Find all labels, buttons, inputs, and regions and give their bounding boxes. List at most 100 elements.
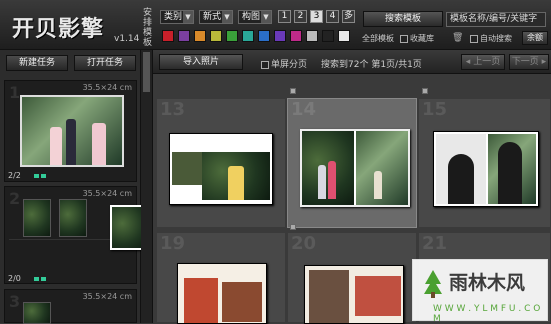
prev-page-button[interactable]: ◂ 上一页 bbox=[461, 54, 505, 70]
single-page-label: 单屏分页 bbox=[271, 60, 308, 70]
color-swatch[interactable] bbox=[338, 30, 350, 42]
cell-number: 15 bbox=[422, 99, 448, 120]
all-templates-option[interactable]: 全部模板 bbox=[362, 33, 394, 44]
chevron-down-icon: ▼ bbox=[261, 11, 271, 23]
color-swatch[interactable] bbox=[194, 30, 206, 42]
template-toolbar: 导入照片 单屏分页 搜索到72个 第1页/共1页 ◂ 上一页 下一页 ▸ bbox=[153, 50, 551, 74]
layout-dropdown-label: 构图 bbox=[242, 12, 261, 22]
cell-number: 14 bbox=[291, 99, 317, 120]
color-swatch[interactable] bbox=[242, 30, 254, 42]
favorites-label: 收藏库 bbox=[410, 34, 434, 43]
trash-icon[interactable]: 🗑 bbox=[452, 33, 463, 43]
color-swatch[interactable] bbox=[274, 30, 286, 42]
balance-button[interactable]: 余额 bbox=[522, 31, 548, 45]
import-photos-button[interactable]: 导入照片 bbox=[159, 54, 243, 70]
vertical-label: 安排模板 bbox=[143, 8, 153, 48]
color-swatch[interactable] bbox=[162, 30, 174, 42]
left-scrollbar[interactable] bbox=[141, 50, 153, 323]
layout-dropdown[interactable]: 构图 ▼ bbox=[238, 10, 272, 24]
slot-number: 1 bbox=[9, 83, 21, 102]
search-input[interactable]: 模板名称/编号/关键字 bbox=[446, 12, 546, 27]
slot-photo bbox=[23, 199, 51, 237]
category-dropdown[interactable]: 类别 ▼ bbox=[160, 10, 194, 24]
template-photo bbox=[488, 134, 536, 204]
page-num-3[interactable]: 3 bbox=[310, 10, 323, 23]
template-photo bbox=[355, 276, 401, 316]
template-photo bbox=[222, 282, 262, 322]
task-slot-1[interactable]: 1 35.5×24 cm 2/2 bbox=[4, 80, 137, 182]
status-dot bbox=[41, 277, 46, 281]
color-swatch[interactable] bbox=[306, 30, 318, 42]
person-figure bbox=[318, 165, 326, 199]
slot-size: 35.5×24 cm bbox=[82, 292, 132, 301]
status-dot bbox=[34, 277, 39, 281]
next-page-button[interactable]: 下一页 ▸ bbox=[509, 54, 549, 70]
person-figure bbox=[50, 127, 62, 165]
slot-size: 35.5×24 cm bbox=[82, 83, 132, 92]
page-num-4[interactable]: 4 bbox=[326, 10, 339, 23]
template-cell-13[interactable]: 13 bbox=[156, 98, 286, 228]
page-num-more[interactable]: 多 bbox=[342, 10, 355, 23]
top-toolbar: 开贝影擎 v1.14 安排模板 类别 ▼ 新式 ▼ 构图 ▼ 1 2 3 4 多 搜索… bbox=[0, 0, 551, 50]
template-cell-15[interactable]: 15 bbox=[418, 98, 551, 228]
cell-number: 19 bbox=[160, 233, 186, 254]
slot-photo bbox=[59, 199, 87, 237]
app-version: v1.14 bbox=[114, 34, 140, 44]
person-figure bbox=[228, 166, 244, 200]
template-page bbox=[169, 133, 273, 205]
color-swatch[interactable] bbox=[290, 30, 302, 42]
slot-count: 2/2 bbox=[8, 171, 21, 180]
cell-number: 13 bbox=[160, 99, 186, 120]
color-swatch[interactable] bbox=[178, 30, 190, 42]
page-num-1[interactable]: 1 bbox=[278, 10, 291, 23]
slot-size: 35.5×24 cm bbox=[82, 189, 132, 198]
status-dot bbox=[41, 174, 46, 178]
task-slot-3[interactable]: 3 35.5×24 cm bbox=[4, 289, 137, 324]
color-swatch[interactable] bbox=[210, 30, 222, 42]
site-watermark: 雨林木风 W W W . Y L M F U . C O M bbox=[412, 259, 548, 324]
color-swatch[interactable] bbox=[322, 30, 334, 42]
color-swatch[interactable] bbox=[226, 30, 238, 42]
status-dot bbox=[34, 174, 39, 178]
single-page-option[interactable]: 单屏分页 bbox=[261, 57, 307, 70]
cell-marker bbox=[422, 88, 428, 94]
checkbox-icon bbox=[400, 34, 408, 43]
scrollbar-thumb[interactable] bbox=[143, 52, 150, 92]
auto-search-option[interactable]: 自动搜索 bbox=[470, 33, 512, 44]
style-dropdown-label: 新式 bbox=[203, 12, 222, 22]
cell-number: 20 bbox=[291, 233, 317, 254]
slot-number: 3 bbox=[9, 292, 21, 311]
page-num-2[interactable]: 2 bbox=[294, 10, 307, 23]
cell-marker bbox=[290, 88, 296, 94]
chevron-down-icon: ▼ bbox=[222, 11, 232, 23]
template-page bbox=[433, 131, 539, 207]
watermark-url: W W W . Y L M F U . C O M bbox=[433, 304, 541, 324]
checkbox-icon bbox=[470, 34, 478, 43]
slot-count: 2/0 bbox=[8, 274, 21, 283]
search-template-button[interactable]: 搜索模板 bbox=[363, 11, 443, 27]
color-swatch[interactable] bbox=[258, 30, 270, 42]
favorites-option[interactable]: 收藏库 bbox=[400, 33, 434, 44]
app-logo: 开贝影擎 bbox=[12, 16, 105, 42]
all-templates-label: 全部模板 bbox=[362, 34, 394, 43]
checkbox-icon bbox=[261, 60, 269, 69]
template-photo bbox=[356, 131, 408, 205]
template-cell-20[interactable]: 20 bbox=[287, 232, 417, 324]
template-photo bbox=[202, 152, 270, 200]
new-task-button[interactable]: 新建任务 bbox=[6, 55, 68, 71]
category-dropdown-label: 类别 bbox=[164, 12, 183, 22]
template-photo bbox=[436, 134, 486, 204]
style-dropdown[interactable]: 新式 ▼ bbox=[199, 10, 233, 24]
template-cell-19[interactable]: 19 bbox=[156, 232, 286, 324]
chevron-down-icon: ▼ bbox=[183, 11, 193, 23]
template-cell-14[interactable]: 14 bbox=[287, 98, 417, 228]
person-figure bbox=[374, 171, 382, 199]
cell-marker bbox=[290, 224, 296, 230]
person-figure bbox=[66, 119, 76, 165]
template-photo bbox=[184, 278, 218, 323]
prev-page-label: 上一页 bbox=[473, 57, 501, 67]
person-figure bbox=[448, 154, 474, 204]
open-task-button[interactable]: 打开任务 bbox=[74, 55, 136, 71]
auto-search-label: 自动搜索 bbox=[480, 34, 512, 43]
cell-number: 21 bbox=[422, 233, 448, 254]
